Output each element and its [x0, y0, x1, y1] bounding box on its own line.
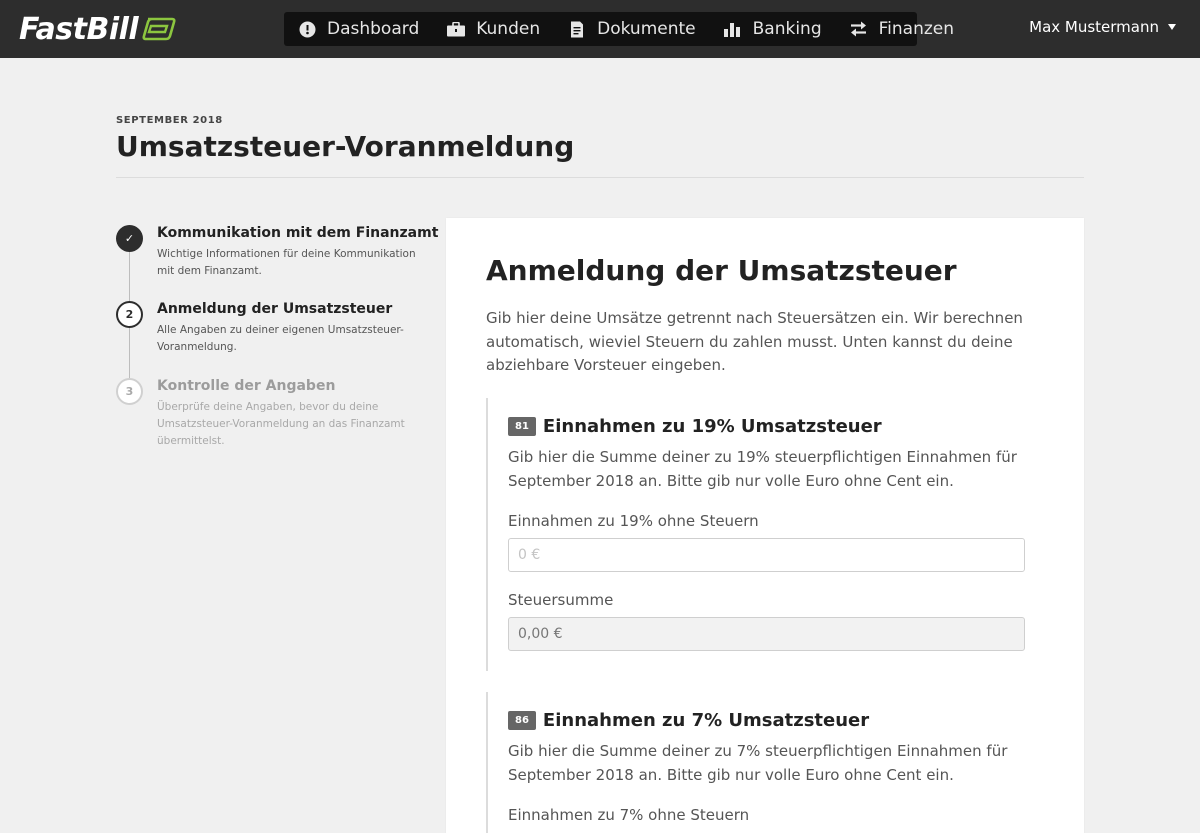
user-menu[interactable]: Max Mustermann: [1029, 18, 1176, 36]
section-description: Gib hier die Summe deiner zu 7% steuerpf…: [508, 742, 1008, 784]
section-header: 86 Einnahmen zu 7% Umsatzsteuer: [508, 710, 1046, 731]
card-title: Anmeldung der Umsatzsteuer: [486, 254, 957, 287]
step-3-title[interactable]: Kontrolle der Angaben: [157, 378, 335, 394]
nav-banking-label: Banking: [752, 19, 822, 39]
nav-dokumente-label: Dokumente: [597, 19, 696, 39]
step-2-description: Alle Angaben zu deiner eigenen Umsatzste…: [157, 324, 404, 353]
vat-form-card: Anmeldung der Umsatzsteuer Gib hier dein…: [446, 218, 1084, 833]
step-2-title[interactable]: Anmeldung der Umsatzsteuer: [157, 301, 392, 317]
logo-text: FastBill: [19, 11, 139, 47]
field-code-badge: 81: [508, 417, 536, 436]
transfer-arrows-icon: [850, 20, 868, 38]
step-1-check-icon[interactable]: ✓: [116, 225, 143, 252]
step-connector: [129, 251, 130, 303]
revenue-7-label: Einnahmen zu 7% ohne Steuern: [508, 806, 750, 824]
nav-dokumente[interactable]: Dokumente: [568, 12, 696, 46]
dashboard-icon: [298, 20, 316, 38]
section-19-percent: 81 Einnahmen zu 19% Umsatzsteuer Gib hie…: [486, 398, 1046, 671]
header-divider: [116, 177, 1084, 178]
nav-finanzen-label: Finanzen: [878, 19, 955, 39]
step-connector: [129, 328, 130, 379]
card-intro: Gib hier deine Umsätze getrennt nach Ste…: [486, 309, 1023, 374]
logo-mark-icon: [142, 17, 176, 41]
nav-kunden-label: Kunden: [476, 19, 541, 39]
nav-finanzen[interactable]: Finanzen: [850, 12, 954, 46]
fastbill-logo[interactable]: FastBill: [19, 10, 176, 48]
nav-dashboard-label: Dashboard: [327, 19, 420, 39]
field-code-badge: 86: [508, 711, 536, 730]
page-title: Umsatzsteuer-Voranmeldung: [116, 130, 575, 163]
section-title: Einnahmen zu 19% Umsatzsteuer: [542, 416, 882, 437]
top-bar: FastBill Dashboard Kunden Dokumente Bank…: [0, 0, 1200, 58]
step-3-number[interactable]: 3: [116, 378, 143, 405]
section-7-percent: 86 Einnahmen zu 7% Umsatzsteuer Gib hier…: [486, 692, 1046, 833]
revenue-19-label: Einnahmen zu 19% ohne Steuern: [508, 512, 759, 530]
briefcase-icon: [447, 20, 466, 38]
bar-chart-icon: [724, 20, 742, 38]
nav-banking[interactable]: Banking: [724, 12, 822, 46]
section-title: Einnahmen zu 7% Umsatzsteuer: [542, 710, 870, 731]
step-1-title[interactable]: Kommunikation mit dem Finanzamt: [157, 225, 438, 241]
revenue-19-input[interactable]: [508, 538, 1025, 572]
section-description: Gib hier die Summe deiner zu 19% steuerp…: [508, 448, 1017, 490]
main-navigation: Dashboard Kunden Dokumente Banking Finan…: [284, 12, 954, 46]
section-header: 81 Einnahmen zu 19% Umsatzsteuer: [508, 416, 1046, 437]
chevron-down-icon: [1168, 24, 1176, 30]
period-label: SEPTEMBER 2018: [116, 115, 223, 126]
document-icon: [568, 20, 586, 38]
tax-sum-field: [508, 617, 1025, 651]
step-1-description: Wichtige Informationen für deine Kommuni…: [157, 248, 416, 277]
tax-sum-label: Steuersumme: [508, 591, 614, 609]
step-3-description: Überprüfe deine Angaben, bevor du deine …: [157, 401, 405, 447]
user-name: Max Mustermann: [1029, 18, 1159, 36]
step-2-number[interactable]: 2: [116, 301, 143, 328]
nav-dashboard[interactable]: Dashboard: [298, 12, 419, 46]
nav-kunden[interactable]: Kunden: [447, 12, 540, 46]
